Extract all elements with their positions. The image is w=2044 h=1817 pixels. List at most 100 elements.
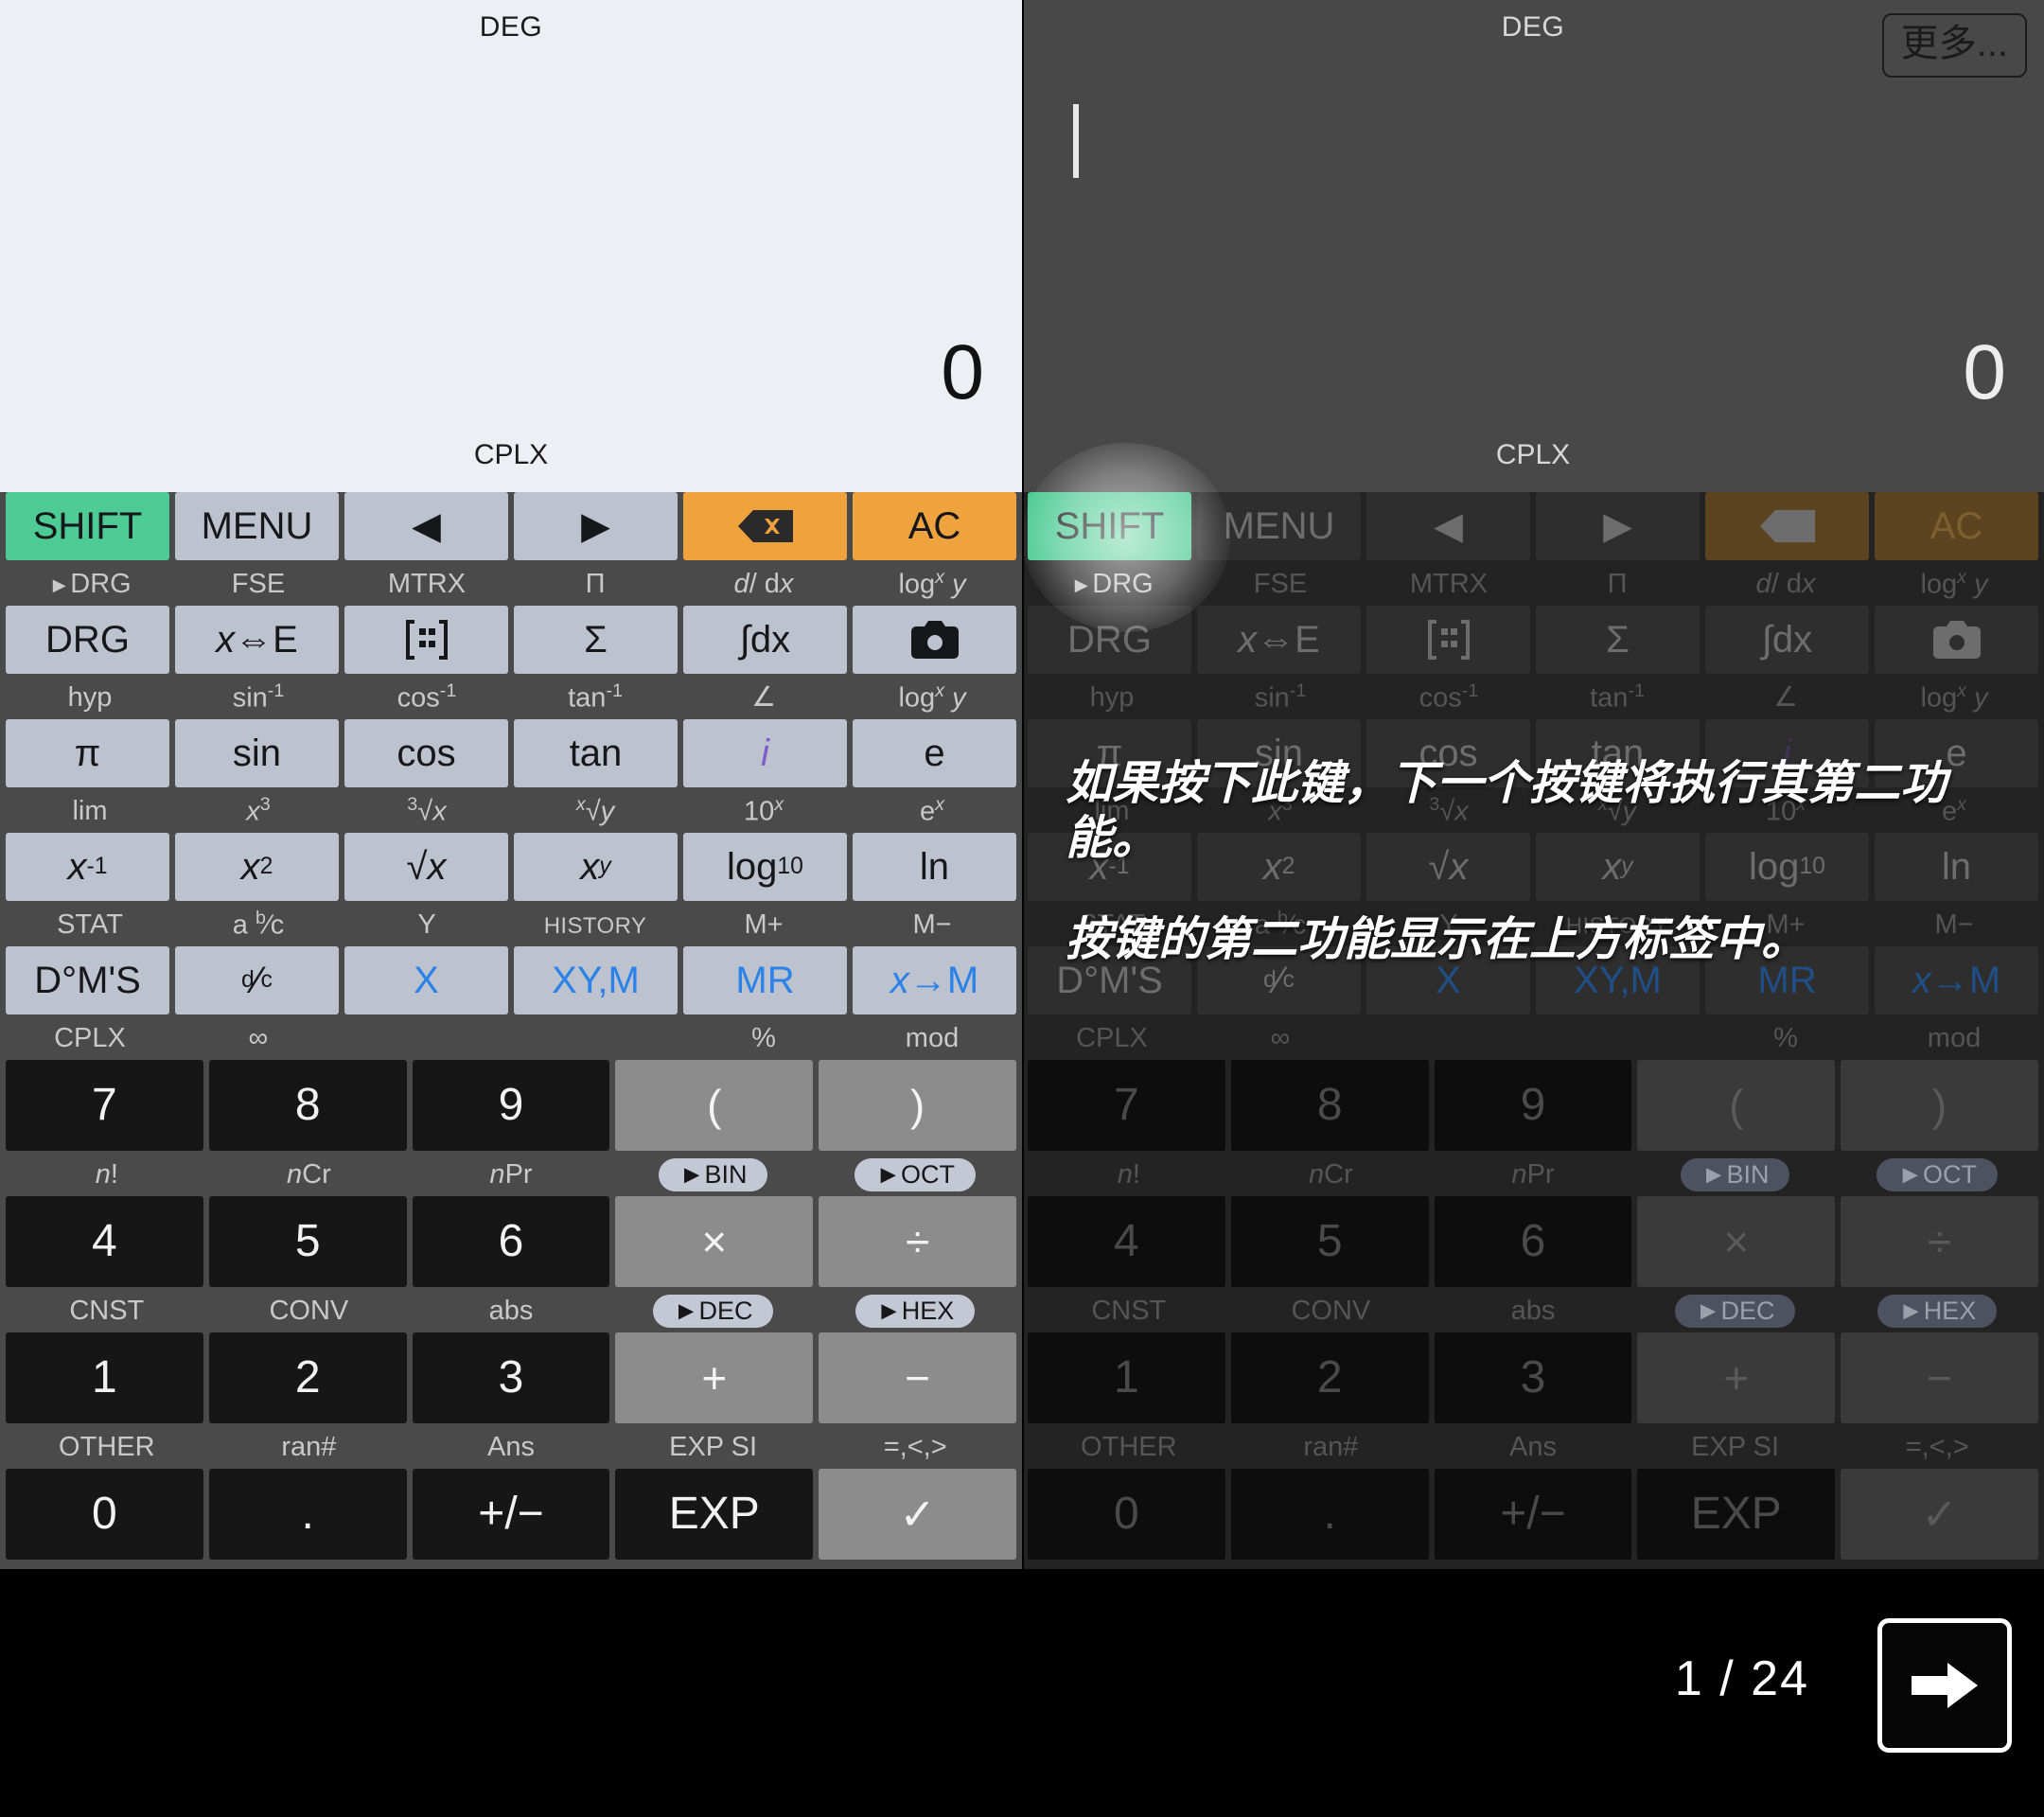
exponent-key[interactable]: EXP (615, 1469, 814, 1560)
x-exchange-e-key-right[interactable]: x ⇔E (1197, 606, 1361, 674)
divide-key-right[interactable]: ÷ (1841, 1196, 2038, 1287)
power-key[interactable]: xy (514, 833, 678, 901)
store-memory-key[interactable]: x →M (853, 946, 1016, 1014)
backspace-key[interactable] (683, 492, 847, 560)
menu-key-right[interactable]: MENU (1197, 492, 1361, 560)
integral-key[interactable]: ∫dx (683, 606, 847, 674)
sec-logxy-2-right: logx y (1920, 680, 1988, 714)
exponent-key-right[interactable]: EXP (1637, 1469, 1836, 1560)
pi-key[interactable]: π (6, 719, 169, 787)
digit-0-key[interactable]: 0 (6, 1469, 203, 1560)
digit-1-key[interactable]: 1 (6, 1332, 203, 1423)
imaginary-unit-key[interactable]: i (683, 719, 847, 787)
shift-key[interactable]: SHIFT (6, 492, 169, 560)
camera-key-right[interactable] (1875, 606, 2038, 674)
backspace-icon (737, 510, 793, 542)
digit-0-key-right[interactable]: 0 (1028, 1469, 1225, 1560)
digit-5-key-right[interactable]: 5 (1230, 1196, 1429, 1287)
digit-4-key[interactable]: 4 (6, 1196, 203, 1287)
digit-2-key-right[interactable]: 2 (1230, 1332, 1429, 1423)
dms-key[interactable]: D°M'S (6, 946, 169, 1014)
tutorial-next-button[interactable] (1877, 1618, 2012, 1753)
digit-2-key[interactable]: 2 (208, 1332, 407, 1423)
decimal-point-key-right[interactable]: . (1230, 1469, 1429, 1560)
square-key[interactable]: x2 (175, 833, 339, 901)
open-paren-key[interactable]: ( (615, 1060, 814, 1151)
ln-key[interactable]: ln (853, 833, 1016, 901)
equals-key-right[interactable]: ✓ (1841, 1469, 2038, 1560)
sign-toggle-key-right[interactable]: +/− (1434, 1469, 1632, 1560)
euler-e-key[interactable]: e (853, 719, 1016, 787)
digit-1-key-right[interactable]: 1 (1028, 1332, 1225, 1423)
sec-factorial: n! (95, 1158, 118, 1190)
integral-key-right[interactable]: ∫dx (1705, 606, 1869, 674)
digit-8-key-right[interactable]: 8 (1230, 1060, 1429, 1151)
digit-3-key-right[interactable]: 3 (1434, 1332, 1632, 1423)
digit-9-key-right[interactable]: 9 (1434, 1060, 1632, 1151)
minus-key-right[interactable]: − (1841, 1332, 2038, 1423)
digit-7-key[interactable]: 7 (6, 1060, 203, 1151)
all-clear-key-right[interactable]: AC (1875, 492, 2038, 560)
drg-key[interactable]: DRG (6, 606, 169, 674)
fraction-key[interactable]: d ⁄ c (175, 946, 339, 1014)
cursor-right-key[interactable]: ▶ (514, 492, 678, 560)
decimal-point-key[interactable]: . (208, 1469, 407, 1560)
tan-key[interactable]: tan (514, 719, 678, 787)
all-clear-key[interactable]: AC (853, 492, 1016, 560)
menu-key[interactable]: MENU (175, 492, 339, 560)
sigma-key-right[interactable]: Σ (1536, 606, 1700, 674)
log10-key[interactable]: log 10 (683, 833, 847, 901)
sec-e-pow-x: ex (920, 794, 944, 827)
divide-key[interactable]: ÷ (819, 1196, 1016, 1287)
memory-recall-key[interactable]: MR (683, 946, 847, 1014)
sqrt-key[interactable]: √ x (344, 833, 508, 901)
x-exchange-e-key[interactable]: x ⇔E (175, 606, 339, 674)
cursor-right-key-right[interactable]: ▶ (1536, 492, 1700, 560)
backspace-key-right[interactable] (1705, 492, 1869, 560)
equals-key[interactable]: ✓ (819, 1469, 1016, 1560)
sec-logxy-2: logx y (898, 680, 966, 714)
minus-key[interactable]: − (819, 1332, 1016, 1423)
sec-to-oct-right: ►OCT (1836, 1157, 2038, 1191)
close-paren-key[interactable]: ) (819, 1060, 1016, 1151)
digit-4-key-right[interactable]: 4 (1028, 1196, 1225, 1287)
camera-key[interactable] (853, 606, 1016, 674)
digit-6-key[interactable]: 6 (412, 1196, 610, 1287)
sin-key[interactable]: sin (175, 719, 339, 787)
sec-acos-right: cos-1 (1418, 680, 1479, 714)
digit-8-key[interactable]: 8 (208, 1060, 407, 1151)
more-button[interactable]: 更多... (1881, 13, 2027, 78)
sec-angle: ∠ (751, 681, 776, 713)
sign-toggle-key[interactable]: +/− (412, 1469, 610, 1560)
digit-7-key-right[interactable]: 7 (1028, 1060, 1225, 1151)
keypad-row-0: 0 . +/− EXP ✓ (6, 1469, 1016, 1560)
digit-5-key[interactable]: 5 (208, 1196, 407, 1287)
plus-key-right[interactable]: + (1637, 1332, 1836, 1423)
open-paren-key-right[interactable]: ( (1637, 1060, 1836, 1151)
sec-constants: CNST (69, 1295, 145, 1326)
cos-key[interactable]: cos (344, 719, 508, 787)
matrix-key-right[interactable] (1366, 606, 1530, 674)
sec-exp-si: EXP SI (669, 1431, 758, 1462)
matrix-icon (1427, 620, 1470, 660)
sec-cube-root: 3√x (407, 794, 447, 827)
sigma-key[interactable]: Σ (514, 606, 678, 674)
multiply-key[interactable]: × (615, 1196, 814, 1287)
multiply-key-right[interactable]: × (1637, 1196, 1836, 1287)
sec-hyp-right: hyp (1089, 681, 1135, 713)
sec-abs: abs (488, 1295, 534, 1326)
secondary-labels-row-5-right: CPLX ∞ % mod (1028, 1016, 2038, 1060)
plus-key[interactable]: + (615, 1332, 814, 1423)
cursor-left-key-right[interactable]: ◀ (1366, 492, 1530, 560)
memory-xym-key[interactable]: XY,M (514, 946, 678, 1014)
close-paren-key-right[interactable]: ) (1841, 1060, 2038, 1151)
cursor-left-key[interactable]: ◀ (344, 492, 508, 560)
digit-3-key[interactable]: 3 (412, 1332, 610, 1423)
drg-key-right[interactable]: DRG (1028, 606, 1191, 674)
reciprocal-key[interactable]: x -1 (6, 833, 169, 901)
shift-key-highlighted[interactable]: SHIFT (1028, 492, 1191, 560)
digit-9-key[interactable]: 9 (412, 1060, 610, 1151)
digit-6-key-right[interactable]: 6 (1434, 1196, 1632, 1287)
memory-x-key[interactable]: X (344, 946, 508, 1014)
matrix-key[interactable] (344, 606, 508, 674)
